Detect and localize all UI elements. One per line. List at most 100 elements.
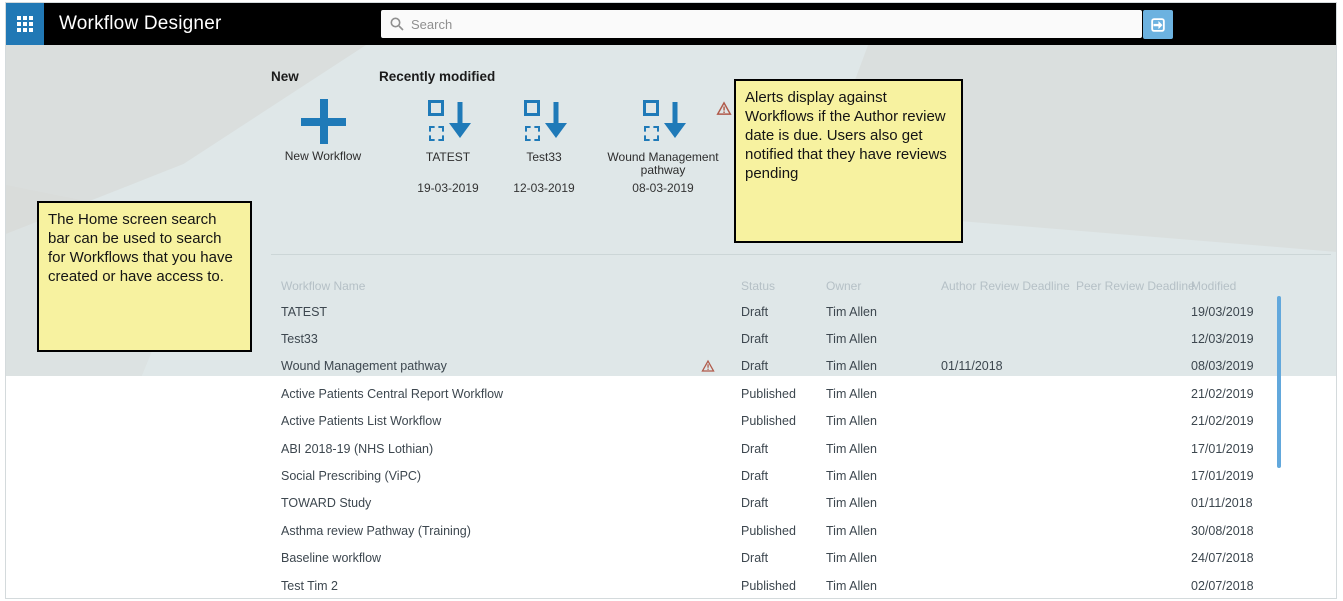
column-header-status[interactable]: Status xyxy=(741,279,826,293)
cell-modified: 02/07/2018 xyxy=(1191,578,1254,593)
workflow-tile-date: 19-03-2019 xyxy=(417,181,479,195)
annotation-note-alerts: Alerts display against Workflows if the … xyxy=(734,79,963,243)
cell-status: Published xyxy=(741,523,796,538)
cell-owner: Tim Allen xyxy=(826,359,877,374)
note-text: The Home screen search bar can be used t… xyxy=(48,211,233,285)
plus-icon xyxy=(300,99,346,144)
new-section-heading: New xyxy=(271,69,299,84)
search-icon xyxy=(390,17,404,31)
new-workflow-label: New Workflow xyxy=(284,149,362,163)
cell-status: Draft xyxy=(741,304,769,319)
workflow-tile-date: 12-03-2019 xyxy=(513,181,575,195)
cell-modified: 21/02/2019 xyxy=(1191,386,1254,401)
background-shape xyxy=(839,45,1336,252)
cell-workflow-name: TATEST xyxy=(281,305,741,319)
cell-modified: 08/03/2019 xyxy=(1191,359,1254,374)
table-row[interactable]: Test Tim 2 Published Tim Allen 02/07/201… xyxy=(281,572,1336,598)
table-row[interactable]: Social Prescribing (ViPC) Draft Tim Alle… xyxy=(281,462,1336,489)
column-header-modified[interactable]: Modified xyxy=(1191,279,1336,293)
table-row[interactable]: Active Patients List Workflow Published … xyxy=(281,408,1336,435)
cell-owner: Tim Allen xyxy=(826,414,877,429)
cell-workflow-name: Wound Management pathway xyxy=(281,359,741,373)
recent-workflow-tile[interactable]: Test33 12-03-2019 xyxy=(489,99,599,195)
cell-workflow-name: Asthma review Pathway (Training) xyxy=(281,524,741,538)
cell-owner: Tim Allen xyxy=(826,469,877,484)
cell-owner: Tim Allen xyxy=(826,496,877,511)
cell-status: Published xyxy=(741,414,796,429)
workflow-icon xyxy=(521,99,567,145)
cell-status: Published xyxy=(741,578,796,593)
workflow-name-text: Test33 xyxy=(281,332,318,347)
cell-owner: Tim Allen xyxy=(826,304,877,319)
table-row[interactable]: ABI 2018-19 (NHS Lothian) Draft Tim Alle… xyxy=(281,435,1336,462)
cell-owner: Tim Allen xyxy=(826,523,877,538)
cell-status: Draft xyxy=(741,332,769,347)
cell-status: Draft xyxy=(741,441,769,456)
section-divider xyxy=(271,254,1331,255)
note-text: Alerts display against Workflows if the … xyxy=(745,89,947,182)
warning-triangle-icon xyxy=(701,360,715,373)
workflow-tile-date: 08-03-2019 xyxy=(632,181,694,195)
cell-status: Draft xyxy=(741,551,769,566)
table-header-row: Workflow Name Status Owner Author Review De… xyxy=(281,273,1336,299)
column-header-peer-review-deadline[interactable]: Peer Review Deadline xyxy=(1076,279,1195,293)
workflow-name-text: Active Patients Central Report Workflow xyxy=(281,386,504,401)
cell-modified: 19/03/2019 xyxy=(1191,304,1254,319)
cell-status: Published xyxy=(741,386,796,401)
workflow-name-text: Wound Management pathway xyxy=(281,359,447,374)
table-row[interactable]: Test33 Draft Tim Allen 12/03/2019 xyxy=(281,325,1336,352)
workflow-name-text: TOWARD Study xyxy=(281,496,372,511)
top-bar: Workflow Designer xyxy=(6,3,1336,45)
cell-workflow-name: ABI 2018-19 (NHS Lothian) xyxy=(281,442,741,456)
workflow-name-text: Baseline workflow xyxy=(281,551,382,566)
table-row[interactable]: Asthma review Pathway (Training) Publish… xyxy=(281,517,1336,544)
column-header-author-review-deadline[interactable]: Author Review Deadline xyxy=(941,279,1076,293)
cell-status: Draft xyxy=(741,496,769,511)
workflow-name-text: Test Tim 2 xyxy=(281,578,338,593)
workflow-tile-label: Wound Management pathway xyxy=(607,150,719,177)
warning-triangle-icon xyxy=(716,101,732,121)
cell-modified: 12/03/2019 xyxy=(1191,332,1254,347)
cell-status: Draft xyxy=(741,469,769,484)
workflow-tile-label: Test33 xyxy=(526,150,562,164)
column-header-owner[interactable]: Owner xyxy=(826,279,941,293)
enter-arrow-icon xyxy=(1151,17,1165,32)
search-input[interactable] xyxy=(411,10,1131,38)
new-workflow-tile[interactable]: New Workflow xyxy=(268,99,378,178)
cell-workflow-name: Social Prescribing (ViPC) xyxy=(281,469,741,483)
cell-owner: Tim Allen xyxy=(826,578,877,593)
workflow-name-text: TATEST xyxy=(281,304,328,319)
table-row[interactable]: TOWARD Study Draft Tim Allen 01/11/2018 xyxy=(281,490,1336,517)
workflow-table: TATEST Draft Tim Allen 19/03/2019 Test33 xyxy=(281,298,1336,598)
cell-author-review-deadline: 01/11/2018 xyxy=(941,359,1003,374)
cell-modified: 24/07/2018 xyxy=(1191,551,1254,566)
cell-modified: 17/01/2019 xyxy=(1191,469,1254,484)
cell-workflow-name: TOWARD Study xyxy=(281,496,741,510)
vertical-scrollbar-thumb[interactable] xyxy=(1277,296,1281,468)
cell-workflow-name: Active Patients Central Report Workflow xyxy=(281,387,741,401)
column-header-workflow-name[interactable]: Workflow Name xyxy=(281,279,741,293)
cell-modified: 21/02/2019 xyxy=(1191,414,1254,429)
page-title: Workflow Designer xyxy=(59,13,222,34)
app-launcher-button[interactable] xyxy=(6,3,44,45)
workflow-icon xyxy=(640,99,686,145)
workflow-name-text: Social Prescribing (ViPC) xyxy=(281,469,422,484)
workflow-tile-label: TATEST xyxy=(425,150,471,164)
recent-workflow-tile[interactable]: TATEST 19-03-2019 xyxy=(393,99,503,195)
annotation-note-search: The Home screen search bar can be used t… xyxy=(37,201,252,352)
cell-workflow-name: Test Tim 2 xyxy=(281,579,741,593)
table-row[interactable]: Active Patients Central Report Workflow … xyxy=(281,380,1336,407)
recent-workflow-tile[interactable]: Wound Management pathway 08-03-2019 xyxy=(598,99,732,195)
search-box xyxy=(381,10,1142,38)
recently-modified-heading: Recently modified xyxy=(379,69,496,84)
table-row[interactable]: Baseline workflow Draft Tim Allen 24/07/… xyxy=(281,545,1336,572)
search-go-button[interactable] xyxy=(1143,10,1173,39)
workflow-name-text: ABI 2018-19 (NHS Lothian) xyxy=(281,441,434,456)
table-row[interactable]: Wound Management pathway Draft Tim Allen… xyxy=(281,353,1336,380)
cell-workflow-name: Test33 xyxy=(281,332,741,346)
cell-modified: 01/11/2018 xyxy=(1191,496,1253,511)
cell-modified: 30/08/2018 xyxy=(1191,523,1254,538)
cell-modified: 17/01/2019 xyxy=(1191,441,1254,456)
table-row[interactable]: TATEST Draft Tim Allen 19/03/2019 xyxy=(281,298,1336,325)
workflow-name-text: Active Patients List Workflow xyxy=(281,414,442,429)
